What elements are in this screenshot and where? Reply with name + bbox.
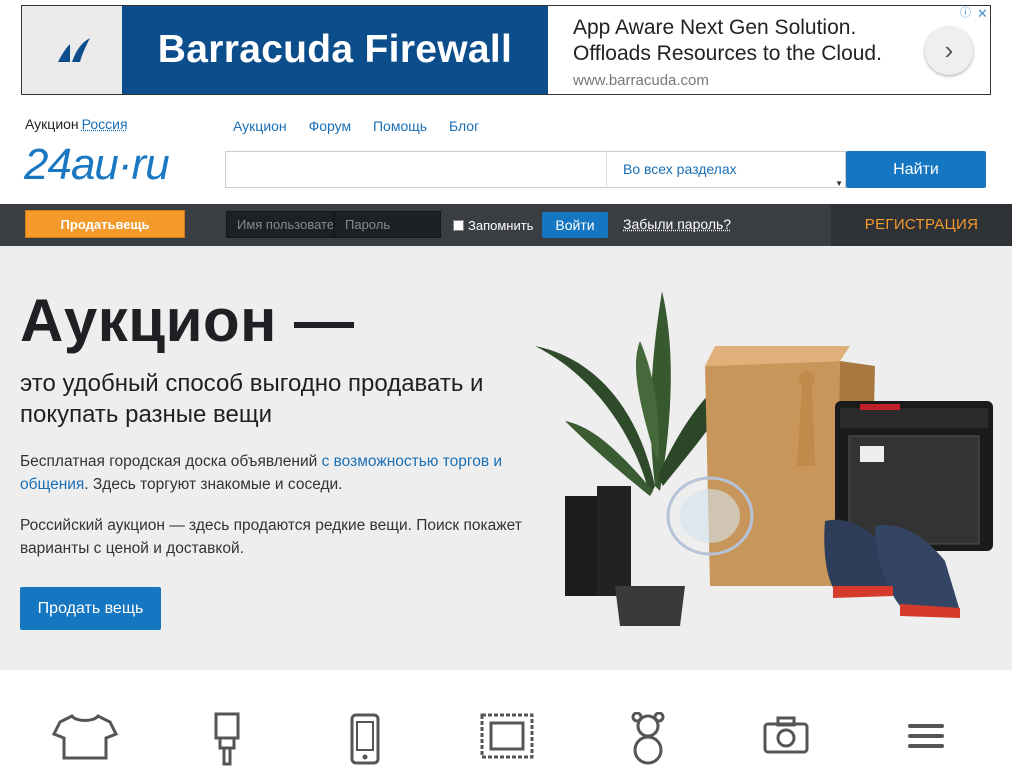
category-icons — [0, 700, 1012, 768]
ad-brand-title[interactable]: Barracuda Firewall — [122, 6, 548, 94]
ad-url[interactable]: www.barracuda.com — [573, 72, 709, 89]
category-select[interactable]: Во всех разделах ▼ — [606, 151, 846, 188]
close-icon[interactable]: ✕ — [975, 6, 990, 21]
region-label: Аукцион — [25, 116, 79, 132]
login-button[interactable]: Войти — [542, 212, 608, 238]
tshirt-icon[interactable] — [51, 712, 119, 765]
phone-icon[interactable] — [349, 712, 381, 768]
hero-sell-button[interactable]: Продать вещь — [20, 587, 161, 630]
caret-down-icon: ▼ — [835, 179, 843, 188]
teddy-bear-icon[interactable] — [628, 711, 668, 768]
nav-forum[interactable]: Форум — [309, 118, 352, 134]
remember-checkbox[interactable]: Запомнить — [453, 218, 533, 233]
iron-illustration — [615, 586, 685, 626]
nav-auction[interactable]: Аукцион — [233, 118, 287, 134]
hero-p1-tail: . Здесь торгуют знакомые и соседи. — [84, 476, 343, 493]
login-bar: Продатьвещь Имя пользователя Пароль Запо… — [0, 204, 1012, 246]
info-icon[interactable]: ⓘ — [958, 6, 973, 21]
hero-paragraph-2: Российский аукцион — здесь продаются ред… — [20, 517, 522, 557]
region-selector: Аукцион Россия — [25, 116, 128, 132]
sell-item-button[interactable]: Продатьвещь — [25, 210, 185, 238]
search-input[interactable] — [225, 151, 607, 188]
checkbox-icon[interactable] — [453, 220, 464, 231]
top-nav: Аукцион Форум Помощь Блог — [233, 118, 497, 134]
ad-headline-1[interactable]: App Aware Next Gen Solution. — [573, 16, 856, 40]
hero-items-illustration — [535, 291, 993, 626]
search-button[interactable]: Найти — [846, 151, 986, 188]
forgot-password-link[interactable]: Забыли пароль? — [623, 216, 731, 232]
hero-p1-text: Бесплатная городская доска объявлений — [20, 453, 322, 470]
stamp-icon[interactable] — [479, 712, 535, 765]
register-button[interactable]: РЕГИСТРАЦИЯ — [831, 204, 1012, 246]
ad-headline-2[interactable]: Offloads Resources to the Cloud. — [573, 42, 882, 66]
hero-paragraph-1: Бесплатная городская доска объявлений с … — [20, 450, 530, 496]
region-link[interactable]: Россия — [82, 116, 128, 132]
fan-illustration — [666, 476, 754, 556]
menu-icon[interactable] — [906, 722, 946, 757]
speaker-illustration-2 — [597, 486, 631, 596]
password-input[interactable]: Пароль — [334, 211, 441, 238]
chevron-right-icon[interactable]: › — [925, 27, 973, 75]
nav-blog[interactable]: Блог — [449, 118, 479, 134]
hero-title: Аукцион — — [20, 287, 355, 354]
remember-label: Запомнить — [468, 218, 534, 233]
nav-help[interactable]: Помощь — [373, 118, 427, 134]
camera-icon[interactable] — [762, 712, 810, 761]
username-input[interactable]: Имя пользователя — [226, 211, 334, 238]
barracuda-logo — [22, 6, 122, 94]
paintbrush-icon[interactable] — [212, 712, 242, 768]
hero-subtitle: это удобный способ выгодно продавать и п… — [20, 370, 484, 428]
ad-banner[interactable]: Barracuda Firewall App Aware Next Gen So… — [21, 5, 991, 95]
hero-section: Аукцион — это удобный способ выгодно про… — [0, 246, 1012, 670]
category-select-value: Во всех разделах — [623, 161, 737, 177]
site-logo[interactable]: 24au·ru — [24, 140, 170, 190]
